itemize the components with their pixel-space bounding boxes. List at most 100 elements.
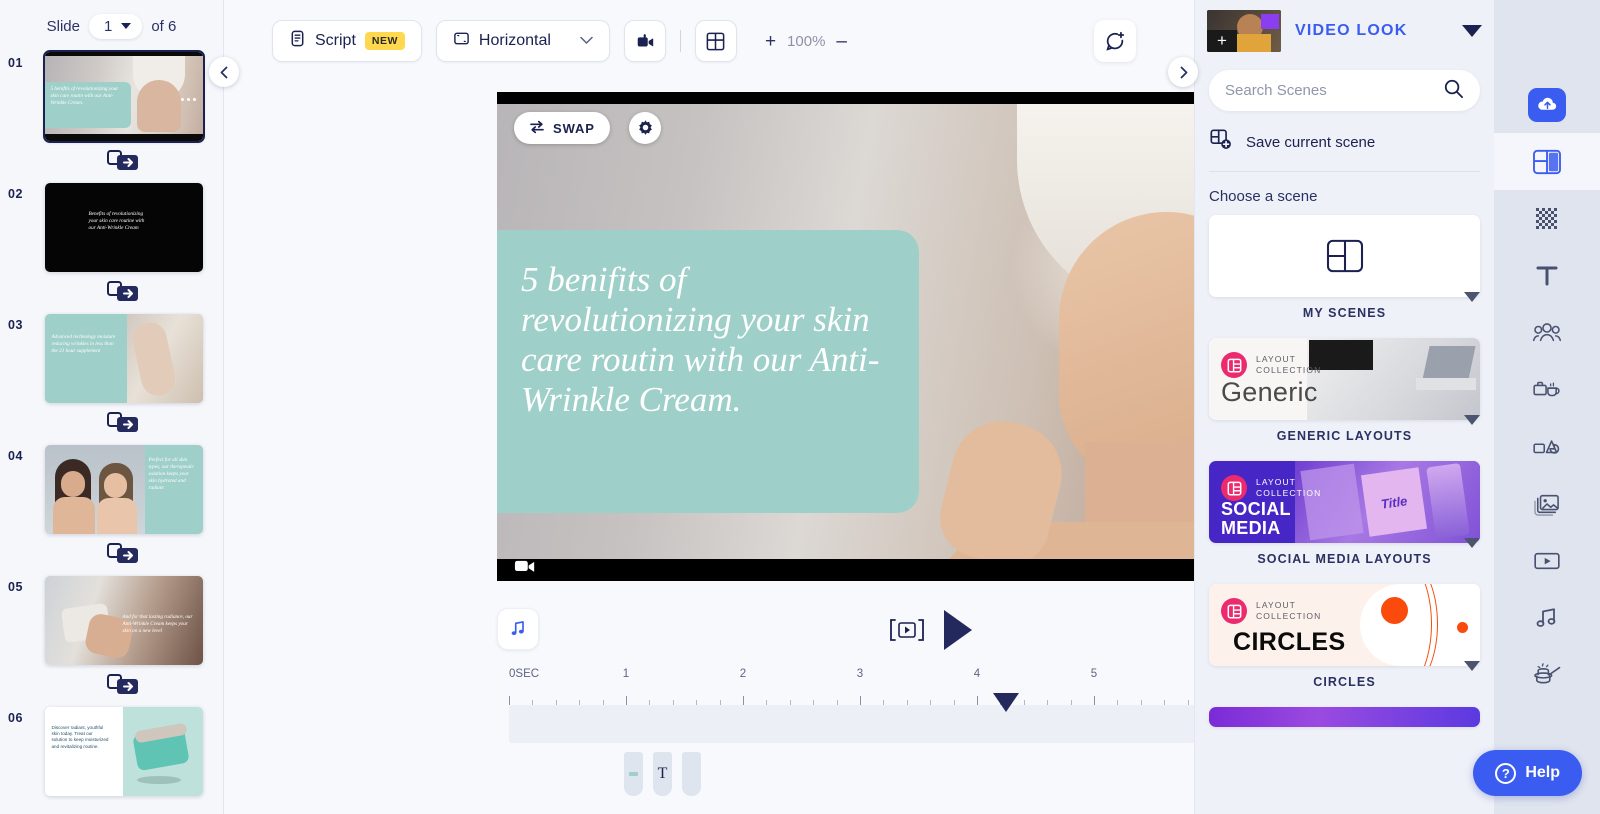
collapse-right-panel-button[interactable] bbox=[1168, 57, 1198, 87]
slide-header: Slide 1 of 6 bbox=[0, 0, 223, 52]
zoom-increase-button[interactable]: + bbox=[765, 32, 776, 51]
rail-item-scenes[interactable] bbox=[1494, 133, 1600, 190]
slide-thumb-wrap: Perfect for all skin types, our therapeu… bbox=[36, 445, 211, 574]
scene-collection-caret-icon[interactable] bbox=[1464, 661, 1480, 671]
slide-thumbnail[interactable]: Benefits of revolutionizing your skin ca… bbox=[44, 183, 203, 272]
video-look-thumbnail[interactable]: + bbox=[1207, 10, 1281, 52]
ruler-label: 5 bbox=[1090, 668, 1098, 680]
scene-card-title: SOCIAL MEDIA bbox=[1221, 499, 1291, 538]
scene-collection-generic[interactable]: LAYOUT COLLECTION Generic GENERIC LAYOUTS bbox=[1195, 338, 1494, 455]
scene-card[interactable]: LAYOUT COLLECTION CIRCLES bbox=[1209, 584, 1480, 666]
scene-card[interactable] bbox=[1209, 215, 1480, 297]
rail-item-text[interactable] bbox=[1494, 247, 1600, 304]
slide-transition-icon[interactable] bbox=[106, 541, 141, 565]
timeline-layer-shape[interactable] bbox=[624, 752, 643, 796]
headline-text-block[interactable]: 5 benifits of revolutionizing your skin … bbox=[497, 230, 919, 513]
search-icon[interactable] bbox=[1443, 78, 1464, 104]
scene-card[interactable]: LAYOUT COLLECTION Generic bbox=[1209, 338, 1480, 420]
video-look-header[interactable]: + VIDEO LOOK bbox=[1195, 0, 1494, 62]
slide-thumbnail[interactable]: Advanced technology moisture reducing wr… bbox=[44, 314, 203, 403]
slide-settings-button[interactable] bbox=[629, 112, 661, 144]
slide-thumbnail[interactable]: Perfect for all skin types, our therapeu… bbox=[44, 445, 203, 534]
rail-item-shapes[interactable] bbox=[1494, 418, 1600, 475]
slide-item-04[interactable]: 04 Perfect for all skin types, our thera… bbox=[0, 445, 223, 574]
help-label: Help bbox=[1525, 764, 1560, 781]
slide-item-03[interactable]: 03 Advanced technology moisture reducing… bbox=[0, 314, 223, 443]
caret-down-icon[interactable] bbox=[1462, 25, 1482, 37]
rail-item-music[interactable] bbox=[1494, 589, 1600, 646]
shape-chip-icon bbox=[629, 772, 638, 776]
slide-index: 03 bbox=[8, 318, 23, 332]
search-input[interactable] bbox=[1225, 82, 1443, 99]
slide-item-05[interactable]: 05 And for that lasting radiance, our An… bbox=[0, 576, 223, 705]
slide-thumb-text: Perfect for all skin types, our therapeu… bbox=[148, 457, 194, 492]
slide-item-01[interactable]: 01 5 benifits of revolutionizing your sk… bbox=[0, 50, 223, 181]
ruler-tick-major bbox=[977, 696, 978, 705]
slide-item-02[interactable]: 02 Benefits of revolutionizing your skin… bbox=[0, 183, 223, 312]
chevron-down-icon bbox=[580, 32, 593, 50]
slide-thumb-wrap: 5 benifits of revolutionizing your skin … bbox=[36, 50, 211, 181]
canvas-camera-badge[interactable] bbox=[507, 554, 543, 576]
text-icon bbox=[1536, 266, 1558, 285]
scenes-icon bbox=[1533, 149, 1561, 174]
ruler-label: 0SEC bbox=[509, 668, 540, 680]
rail-item-video[interactable] bbox=[1494, 532, 1600, 589]
play-step-icon bbox=[889, 619, 924, 641]
slide-transition-icon[interactable] bbox=[106, 672, 141, 696]
slide-thumbnail[interactable]: Discover radiant, youthful skin today. T… bbox=[44, 707, 203, 796]
script-button[interactable]: Script NEW bbox=[272, 20, 422, 62]
rail-item-background[interactable] bbox=[1494, 190, 1600, 247]
play-step-button[interactable] bbox=[886, 617, 928, 643]
layout-collection-icon bbox=[1221, 598, 1247, 624]
scene-card[interactable]: Title LAYOUT COLLECTION SOCIAL MEDIA bbox=[1209, 461, 1480, 543]
ruler-tick-major bbox=[1094, 696, 1095, 705]
ruler-tick-major bbox=[626, 696, 627, 705]
slide-transition-icon[interactable] bbox=[106, 410, 141, 434]
scene-collection-caption: CIRCLES bbox=[1313, 675, 1376, 689]
scene-collection-next[interactable] bbox=[1195, 707, 1494, 727]
question-mark-icon: ? bbox=[1495, 762, 1517, 784]
scene-card[interactable] bbox=[1209, 707, 1480, 727]
timeline-layer-text[interactable]: T bbox=[653, 752, 672, 796]
grid-layout-button[interactable] bbox=[694, 20, 737, 62]
rail-item-props[interactable] bbox=[1494, 361, 1600, 418]
rail-item-avatars[interactable] bbox=[1494, 304, 1600, 361]
timeline-layer-empty[interactable] bbox=[682, 752, 701, 796]
zoom-decrease-button[interactable]: – bbox=[836, 32, 847, 51]
layout-collection-badge: LAYOUT COLLECTION bbox=[1221, 598, 1321, 624]
scene-collection-caret-icon[interactable] bbox=[1464, 415, 1480, 425]
rail-item-effects[interactable] bbox=[1494, 646, 1600, 703]
help-button[interactable]: ? Help bbox=[1473, 750, 1582, 796]
slide-thumb-wrap: And for that lasting radiance, our Anti-… bbox=[36, 576, 211, 705]
ruler-tick-major bbox=[509, 696, 510, 705]
slide-item-06[interactable]: 06 Discover radiant, youthful skin today… bbox=[0, 707, 223, 796]
record-video-button[interactable] bbox=[623, 20, 666, 62]
video-look-add-icon[interactable]: + bbox=[1207, 30, 1237, 52]
orientation-dropdown[interactable]: Horizontal bbox=[435, 20, 610, 62]
play-button[interactable] bbox=[943, 610, 972, 650]
slide-number-select[interactable]: 1 bbox=[88, 13, 143, 39]
search-scenes-box[interactable] bbox=[1209, 70, 1480, 111]
save-current-scene-button[interactable]: Save current scene bbox=[1209, 128, 1480, 172]
scene-collection-my-scenes[interactable]: MY SCENES bbox=[1195, 215, 1494, 332]
scene-collection-social-media[interactable]: Title LAYOUT COLLECTION SOCIAL MEDIA SOCIA… bbox=[1195, 461, 1494, 578]
slide-transition-icon[interactable] bbox=[106, 279, 141, 303]
add-comment-button[interactable] bbox=[1094, 20, 1136, 62]
layout-collection-badge: LAYOUT COLLECTION bbox=[1221, 352, 1321, 378]
slide-transition-icon[interactable] bbox=[106, 148, 141, 172]
collapse-left-panel-button[interactable] bbox=[209, 57, 239, 87]
slide-thumbnail[interactable]: And for that lasting radiance, our Anti-… bbox=[44, 576, 203, 665]
scene-collection-caret-icon[interactable] bbox=[1464, 292, 1480, 302]
music-button[interactable] bbox=[497, 608, 539, 650]
scene-collection-circles[interactable]: LAYOUT COLLECTION CIRCLES CIRCLES bbox=[1195, 584, 1494, 701]
rail-item-upload[interactable] bbox=[1494, 76, 1600, 133]
slide-thumbnail[interactable]: 5 benifits of revolutionizing your skin … bbox=[42, 50, 205, 143]
scene-collection-caret-icon[interactable] bbox=[1464, 538, 1480, 548]
music-icon bbox=[1536, 607, 1556, 627]
rail-item-images[interactable] bbox=[1494, 475, 1600, 532]
slide-thumb-text: 5 benifits of revolutionizing your skin … bbox=[50, 86, 119, 107]
ruler-label: 4 bbox=[973, 668, 981, 680]
swap-button[interactable]: SWAP bbox=[514, 112, 610, 144]
ruler-tick-major bbox=[743, 696, 744, 705]
playhead[interactable] bbox=[993, 693, 1019, 712]
